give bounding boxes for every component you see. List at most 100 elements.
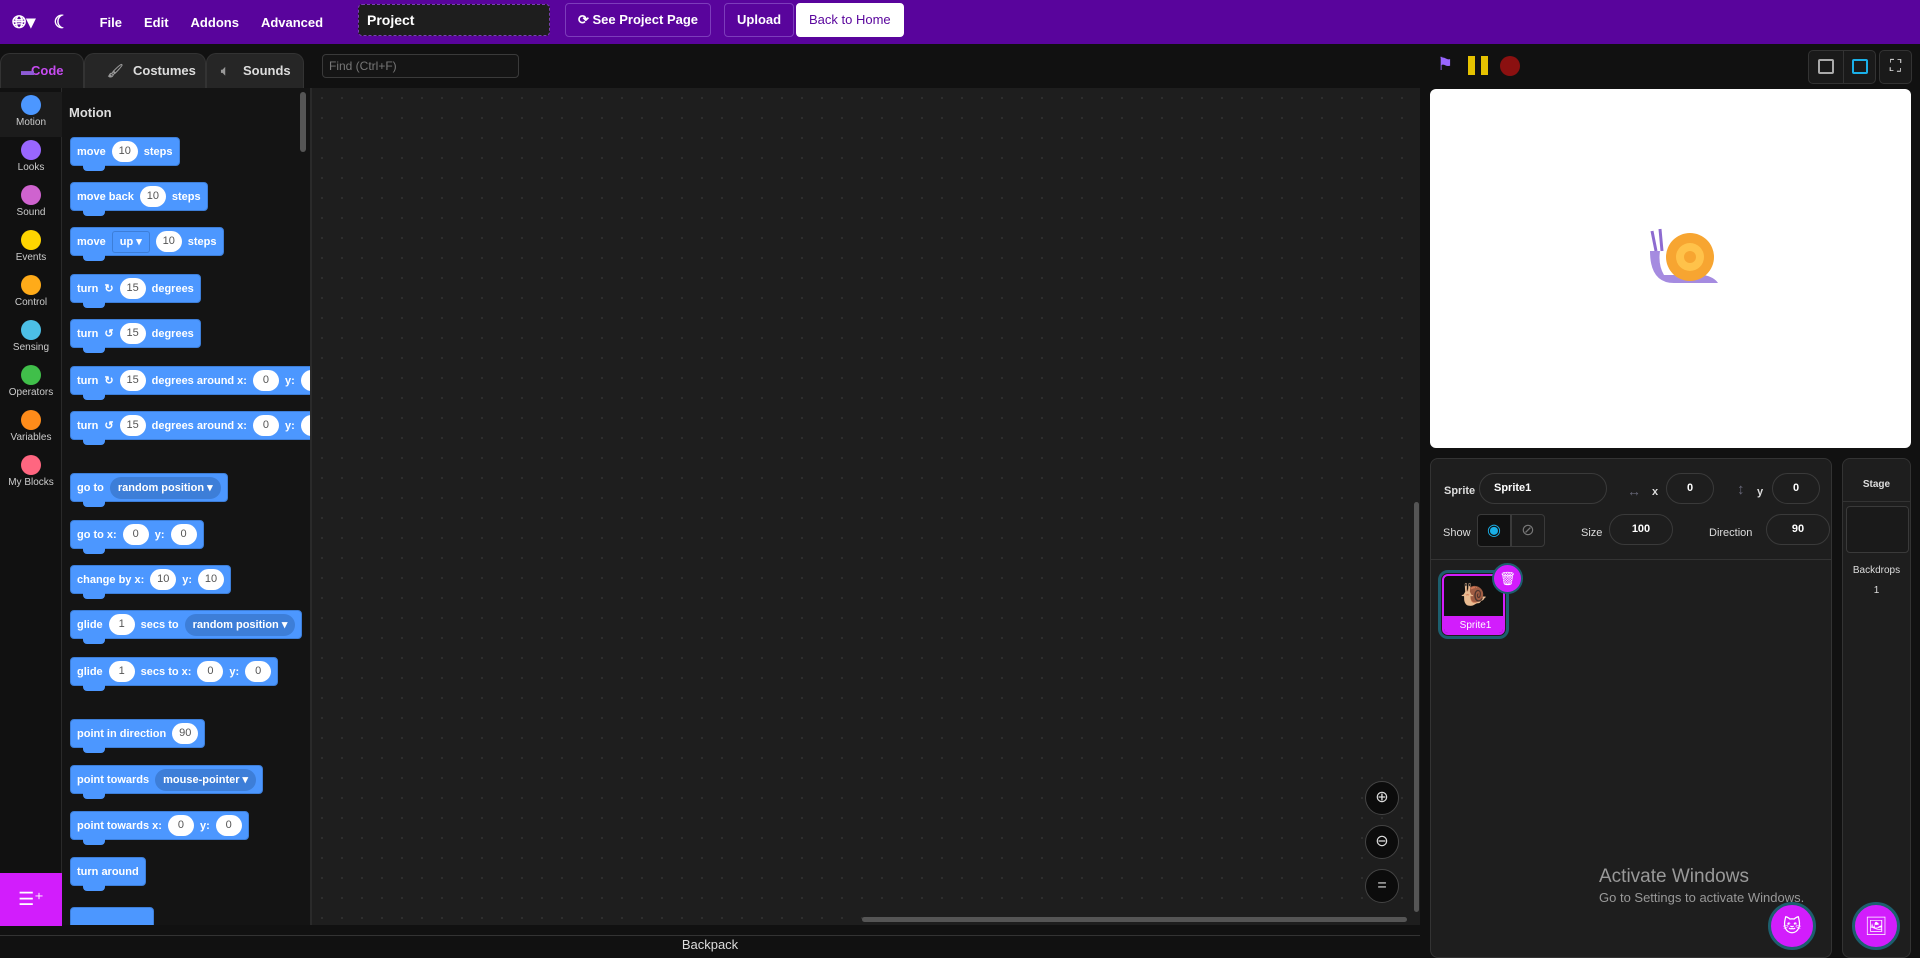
large-stage-icon[interactable]	[1852, 59, 1868, 74]
number-input[interactable]: 1	[108, 614, 135, 635]
sprite-tile[interactable]: 🐌 Sprite1 🗑︎	[1438, 563, 1523, 639]
menu-edit[interactable]: Edit	[144, 15, 169, 30]
add-backdrop-button[interactable]: 🖼︎	[1852, 902, 1900, 950]
motion-block[interactable]: point towards mouse-pointer ▾	[70, 765, 264, 799]
number-input[interactable]: 1	[108, 661, 135, 682]
add-extension-button[interactable]: ☰⁺	[0, 873, 62, 926]
find-input[interactable]: Find (Ctrl+F)	[322, 54, 519, 78]
category-operators[interactable]: Operators	[0, 362, 62, 407]
motion-block[interactable]: turn ↻ 15 degrees	[70, 274, 201, 308]
number-input[interactable]: 10	[111, 141, 138, 162]
language-icon[interactable]: 🌐︎▾	[12, 12, 35, 33]
workspace-hscrollbar[interactable]	[862, 917, 1407, 922]
category-control[interactable]: Control	[0, 272, 62, 317]
backpack[interactable]: Backpack	[0, 935, 1420, 953]
block-dropdown[interactable]: random position ▾	[109, 476, 221, 499]
number-input[interactable]: 0	[300, 415, 310, 436]
y-input[interactable]: 0	[1772, 473, 1820, 504]
motion-block[interactable]: go to random position ▾	[70, 473, 228, 507]
stage-panel[interactable]: Stage Backdrops 1	[1842, 458, 1911, 958]
palette-scrollbar[interactable]	[300, 92, 306, 152]
motion-block[interactable]: go to x: 0 y: 0	[70, 520, 204, 554]
category-events[interactable]: Events	[0, 227, 62, 272]
menu-advanced[interactable]: Advanced	[261, 15, 323, 30]
show-visible-button[interactable]: ◉	[1477, 514, 1511, 547]
block-dropdown[interactable]: up ▾	[111, 230, 150, 253]
number-input[interactable]: 0	[197, 661, 224, 682]
number-input[interactable]: 10	[155, 231, 182, 252]
zoom-reset-button[interactable]: =	[1365, 869, 1399, 903]
block-dropdown[interactable]: random position ▾	[184, 613, 296, 636]
theme-toggle-icon[interactable]: ☾	[53, 12, 69, 33]
fullscreen-button[interactable]: ⛶	[1879, 50, 1912, 84]
number-input[interactable]: 0	[252, 370, 279, 391]
workspace-vscrollbar[interactable]	[1414, 502, 1419, 912]
category-my-blocks[interactable]: My Blocks	[0, 452, 62, 497]
motion-block[interactable]	[70, 907, 154, 925]
size-input[interactable]: 100	[1609, 514, 1673, 545]
block-dropdown[interactable]: mouse-pointer ▾	[155, 768, 257, 791]
number-input[interactable]: 0	[300, 370, 310, 391]
motion-block[interactable]: move 10 steps	[70, 137, 180, 171]
direction-input[interactable]: 90	[1766, 514, 1830, 545]
category-looks[interactable]: Looks	[0, 137, 62, 182]
sprite-name-input[interactable]: Sprite1	[1479, 473, 1607, 504]
code-workspace[interactable]	[312, 88, 1420, 925]
backdrop-thumbnail[interactable]	[1846, 506, 1909, 553]
motion-block[interactable]: move up ▾ 10 steps	[70, 227, 224, 261]
motion-block[interactable]: point in direction 90	[70, 719, 206, 753]
green-flag-icon[interactable]: ⚑	[1437, 54, 1453, 75]
stage-canvas[interactable]	[1430, 89, 1911, 448]
zoom-out-button[interactable]: ⊖	[1365, 825, 1399, 859]
motion-block[interactable]: turn ↺ 15 degrees around x: 0 y: 0	[70, 411, 310, 445]
motion-block[interactable]: turn ↺ 15 degrees	[70, 319, 201, 353]
x-input[interactable]: 0	[1666, 473, 1714, 504]
see-project-page-button[interactable]: ⟳ See Project Page	[565, 3, 712, 37]
tab-code[interactable]: ▬ Code	[0, 53, 84, 89]
snail-sprite[interactable]	[1644, 221, 1724, 291]
motion-block[interactable]: change by x: 10 y: 10	[70, 565, 232, 599]
number-input[interactable]: 15	[119, 415, 146, 436]
category-sound[interactable]: Sound	[0, 182, 62, 227]
motion-block[interactable]: glide 1 secs to random position ▾	[70, 610, 303, 644]
tab-sounds[interactable]: 🔈︎ Sounds	[206, 53, 304, 89]
motion-block[interactable]: turn around	[70, 857, 146, 891]
zoom-in-button[interactable]: ⊕	[1365, 781, 1399, 815]
upload-button[interactable]: Upload	[724, 3, 795, 37]
category-variables[interactable]: Variables	[0, 407, 62, 452]
number-input[interactable]: 0	[252, 415, 279, 436]
stop-icon[interactable]	[1500, 56, 1520, 76]
number-input[interactable]: 15	[119, 323, 146, 344]
number-input[interactable]: 10	[150, 569, 177, 590]
show-hidden-button[interactable]: ⊘	[1511, 514, 1545, 547]
project-title-input[interactable]: Project	[358, 4, 550, 36]
back-to-home-button[interactable]: Back to Home	[796, 3, 904, 37]
delete-sprite-button[interactable]: 🗑︎	[1492, 563, 1523, 594]
small-stage-icon[interactable]	[1818, 59, 1834, 74]
motion-block[interactable]: glide 1 secs to x: 0 y: 0	[70, 657, 279, 691]
block-text: secs to x:	[140, 665, 192, 678]
number-input[interactable]: 0	[245, 661, 272, 682]
number-input[interactable]: 90	[172, 723, 199, 744]
number-input[interactable]: 15	[119, 370, 146, 391]
motion-block[interactable]: move back 10 steps	[70, 182, 208, 216]
x-arrows-icon: ↔	[1627, 483, 1641, 499]
rotate-right-icon: ↻	[104, 375, 114, 387]
number-input[interactable]: 10	[198, 569, 225, 590]
tab-costumes[interactable]: 🖌︎ Costumes	[84, 53, 206, 89]
menu-file[interactable]: File	[100, 15, 122, 30]
number-input[interactable]: 10	[139, 186, 166, 207]
number-input[interactable]: 0	[122, 524, 149, 545]
add-sprite-button[interactable]: 🐱︎	[1768, 902, 1816, 950]
motion-block[interactable]: turn ↻ 15 degrees around x: 0 y: 0	[70, 366, 310, 400]
pause-icon[interactable]	[1468, 56, 1488, 75]
number-input[interactable]: 15	[119, 278, 146, 299]
number-input[interactable]: 0	[170, 524, 197, 545]
category-sensing[interactable]: Sensing	[0, 317, 62, 362]
menu-addons[interactable]: Addons	[191, 15, 239, 30]
motion-block[interactable]: point towards x: 0 y: 0	[70, 811, 249, 845]
sprite-label: Sprite	[1444, 485, 1476, 497]
number-input[interactable]: 0	[215, 815, 242, 836]
category-motion[interactable]: Motion	[0, 92, 62, 137]
number-input[interactable]: 0	[167, 815, 194, 836]
